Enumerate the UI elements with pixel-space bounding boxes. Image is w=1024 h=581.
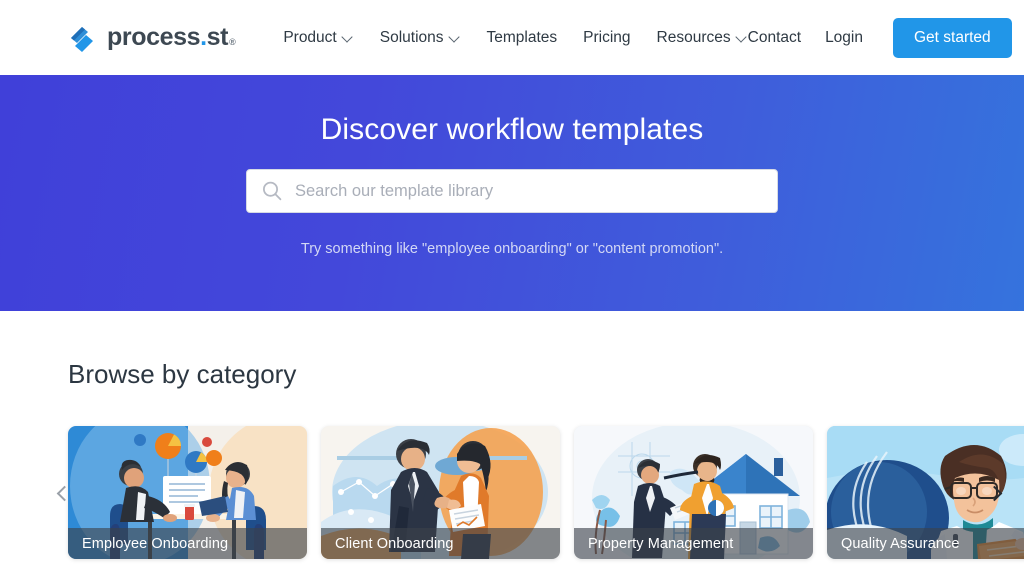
search-icon [261,180,283,202]
chevron-down-icon [450,33,461,44]
header-actions: Contact Login Get started [748,17,1012,58]
logo-trademark: ® [229,37,236,47]
category-card-label: Employee Onboarding [68,528,307,559]
chevron-down-icon [343,33,354,44]
carousel-next-button[interactable] [984,480,1004,506]
get-started-button[interactable]: Get started [893,17,1012,58]
category-card-label: Quality Assurance [827,528,1024,559]
carousel-prev-button[interactable] [54,480,74,506]
nav-item-templates[interactable]: Templates [487,29,558,47]
chevron-right-icon [986,485,1002,501]
hero-section: Discover workflow templates Try somethin… [0,75,1024,311]
category-card-label: Property Management [574,528,813,559]
nav-label: Pricing [583,28,631,46]
nav-item-solutions[interactable]: Solutions [380,29,461,47]
category-carousel: Employee Onboarding Client Onboarding Pr… [56,426,1024,559]
site-header: process. st ® Product Solutions Templates … [0,0,1024,75]
page-title: Discover workflow templates [320,113,704,146]
logo[interactable]: process. st ® [68,23,236,52]
nav-item-resources[interactable]: Resources [657,29,748,47]
logo-wordmark: process. st ® [107,23,236,52]
browse-by-category-section: Browse by category Employee Onboarding C… [0,311,1024,559]
category-card-client-onboarding[interactable]: Client Onboarding [321,426,560,559]
chevron-left-icon [56,485,72,501]
category-card-property-management[interactable]: Property Management [574,426,813,559]
search-hint-text: Try something like "employee onboarding"… [300,241,724,257]
chevron-down-icon [737,33,748,44]
main-navigation: Product Solutions Templates Pricing Reso… [283,29,747,47]
nav-label: Resources [656,28,731,46]
logo-word-suffix: st [206,23,229,51]
browse-heading: Browse by category [68,359,297,389]
login-link[interactable]: Login [825,29,863,47]
logo-word-main: process [107,23,201,51]
category-card-label: Client Onboarding [321,528,560,559]
nav-label: Product [283,28,337,46]
nav-item-product[interactable]: Product [283,29,353,47]
category-card-list: Employee Onboarding Client Onboarding Pr… [68,426,1024,559]
template-search-bar[interactable] [246,169,778,213]
nav-label: Templates [486,28,558,46]
nav-item-pricing[interactable]: Pricing [583,29,630,47]
search-input[interactable] [295,181,763,201]
category-card-employee-onboarding[interactable]: Employee Onboarding [68,426,307,559]
process-st-logo-icon [68,24,98,52]
nav-label: Solutions [379,28,444,46]
contact-link[interactable]: Contact [748,29,801,47]
